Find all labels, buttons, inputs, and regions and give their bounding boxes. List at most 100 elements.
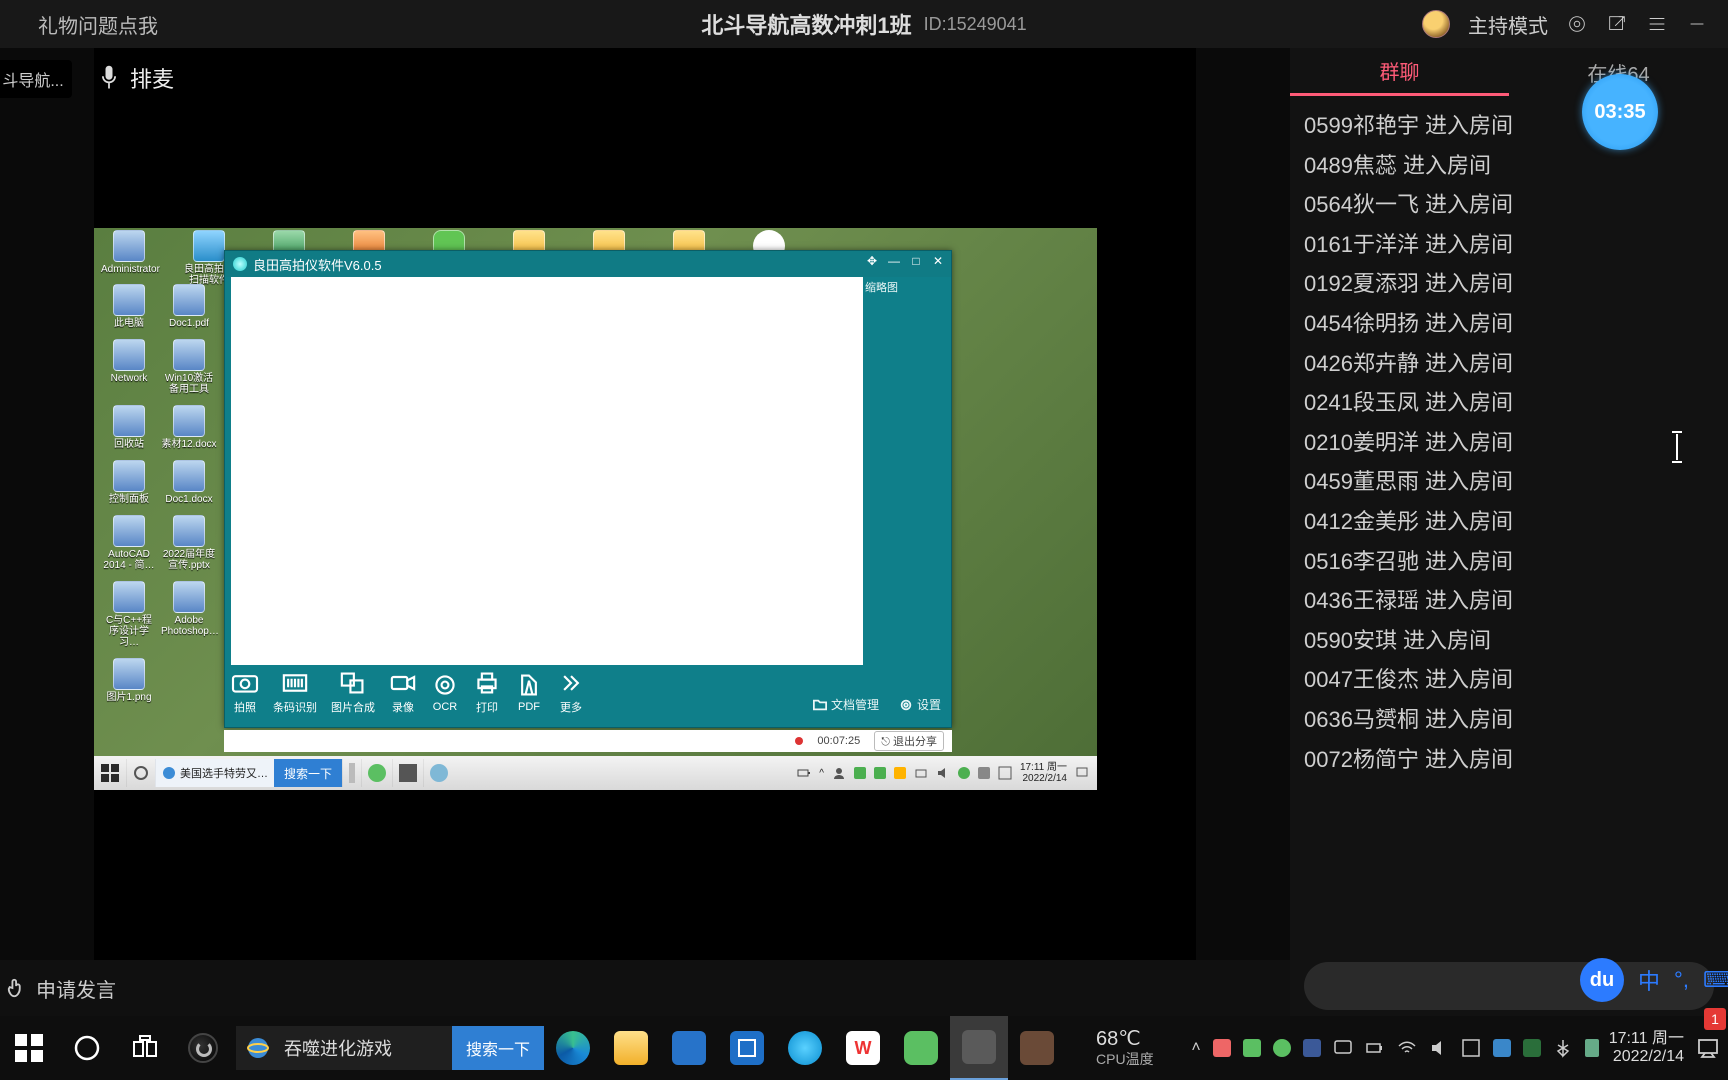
ie-tab[interactable]: 美国选手特劳又… bbox=[155, 759, 274, 787]
tray-icon[interactable] bbox=[1273, 1039, 1291, 1057]
desktop-icon[interactable]: Administrator bbox=[100, 230, 158, 286]
tray-icon[interactable] bbox=[978, 767, 990, 779]
settings-ring-icon[interactable] bbox=[1566, 13, 1588, 35]
desktop-icon[interactable]: 2022届年度宣传.pptx bbox=[160, 515, 218, 571]
room-tab[interactable]: 斗导航... bbox=[0, 60, 72, 98]
volume-icon[interactable] bbox=[1429, 1038, 1449, 1058]
notification-icon[interactable] bbox=[1075, 766, 1089, 780]
app-icon[interactable] bbox=[1008, 1016, 1066, 1080]
task-item[interactable] bbox=[361, 759, 392, 787]
start-button[interactable] bbox=[0, 1016, 58, 1080]
tool-more[interactable]: 更多 bbox=[557, 671, 585, 715]
menu-icon[interactable] bbox=[1646, 13, 1668, 35]
maximize-icon[interactable]: □ bbox=[907, 253, 925, 269]
desktop-icon[interactable]: AutoCAD 2014 - 简… bbox=[100, 515, 158, 571]
notification-count-badge[interactable]: 1 bbox=[1704, 1008, 1726, 1030]
ime-icon[interactable] bbox=[998, 766, 1012, 780]
network-icon[interactable] bbox=[914, 766, 928, 780]
browser-icon[interactable] bbox=[776, 1016, 834, 1080]
tray-icon[interactable] bbox=[854, 767, 866, 779]
chat-list[interactable]: 0599祁艳宇 进入房间0489焦蕊 进入房间0564狄一飞 进入房间0161于… bbox=[1290, 96, 1728, 952]
action-center-icon[interactable] bbox=[1694, 1034, 1722, 1062]
scanner-canvas[interactable] bbox=[231, 277, 863, 665]
tray-icon[interactable] bbox=[894, 767, 906, 779]
wechat-icon[interactable] bbox=[892, 1016, 950, 1080]
exit-share-button[interactable]: ⎋ 退出分享 bbox=[874, 731, 944, 751]
battery-icon[interactable] bbox=[1365, 1038, 1385, 1058]
tray-icon[interactable] bbox=[1303, 1039, 1321, 1057]
desktop-icon[interactable]: Doc1.pdf bbox=[160, 284, 218, 329]
desktop-icon[interactable]: 素材12.docx bbox=[160, 405, 218, 450]
desktop-icon[interactable]: 控制面板 bbox=[100, 460, 158, 505]
close-icon[interactable]: ✕ bbox=[929, 253, 947, 269]
gift-note[interactable]: 礼物问题点我 bbox=[38, 10, 158, 39]
ime-lang-zh[interactable]: 中 bbox=[1638, 964, 1660, 996]
active-window-icon[interactable] bbox=[950, 1016, 1008, 1080]
task-item[interactable] bbox=[342, 759, 361, 787]
ime-floating-bar[interactable]: du 中 °, ⌨ bbox=[1580, 958, 1728, 1002]
taskview-button[interactable] bbox=[116, 1016, 174, 1080]
mail-icon[interactable] bbox=[718, 1016, 776, 1080]
ime-tray-icon[interactable] bbox=[1461, 1038, 1481, 1058]
tray-icon[interactable] bbox=[1523, 1039, 1541, 1057]
baidu-search-button[interactable]: 搜索一下 bbox=[274, 759, 342, 787]
desktop-icon[interactable]: Doc1.docx bbox=[160, 460, 218, 505]
ime-keyboard-icon[interactable]: ⌨ bbox=[1703, 967, 1728, 993]
start-button[interactable] bbox=[94, 756, 126, 790]
desktop-icon[interactable]: 此电脑 bbox=[100, 284, 158, 329]
edge-icon[interactable] bbox=[544, 1016, 602, 1080]
ime-punct-icon[interactable]: °, bbox=[1674, 967, 1689, 993]
explorer-icon[interactable] bbox=[602, 1016, 660, 1080]
tool-record[interactable]: 录像 bbox=[389, 671, 417, 715]
tray-chevron-icon[interactable]: ˄ bbox=[1191, 1039, 1200, 1057]
tray-icon[interactable] bbox=[1243, 1039, 1261, 1057]
person-icon[interactable] bbox=[832, 766, 846, 780]
task-item[interactable] bbox=[423, 759, 454, 787]
tool-capture[interactable]: 拍照 bbox=[231, 671, 259, 715]
settings-button[interactable]: 设置 bbox=[899, 696, 941, 713]
cortana-button[interactable] bbox=[126, 759, 155, 787]
host-mode-label[interactable]: 主持模式 bbox=[1468, 10, 1548, 39]
cpu-temp-widget[interactable]: 68℃ CPU温度 bbox=[1096, 1028, 1154, 1067]
desktop-icon[interactable] bbox=[160, 658, 218, 703]
minimize-icon[interactable] bbox=[1686, 13, 1708, 35]
tray-icon[interactable] bbox=[1213, 1039, 1231, 1057]
pin-icon[interactable]: ✥ bbox=[863, 253, 881, 269]
touchpad-icon[interactable] bbox=[1333, 1038, 1353, 1058]
desktop-icon[interactable]: Win10激活备用工具 bbox=[160, 339, 218, 395]
mic-queue-button[interactable]: 排麦 bbox=[98, 62, 174, 94]
obs-taskbar-icon[interactable] bbox=[174, 1016, 232, 1080]
elapsed-timer[interactable]: 03:35 bbox=[1582, 74, 1658, 150]
store-icon[interactable] bbox=[660, 1016, 718, 1080]
request-speak-button[interactable]: 申请发言 bbox=[36, 974, 116, 1003]
tool-ocr[interactable]: OCR bbox=[431, 673, 459, 713]
inner-clock[interactable]: 17:11 周一 2022/2/14 bbox=[1020, 762, 1067, 784]
tool-pdf[interactable]: PDF bbox=[515, 673, 543, 713]
minimize-icon[interactable]: — bbox=[885, 253, 903, 269]
task-item[interactable] bbox=[392, 759, 423, 787]
scanner-titlebar[interactable]: 良田高拍仪软件V6.0.5 ✥ — □ ✕ bbox=[225, 251, 951, 277]
desktop-icon[interactable]: Network bbox=[100, 339, 158, 395]
tool-print[interactable]: 打印 bbox=[473, 671, 501, 715]
desktop-icon[interactable]: 图片1.png bbox=[100, 658, 158, 703]
volume-icon[interactable] bbox=[936, 766, 950, 780]
desktop-icon[interactable]: 回收站 bbox=[100, 405, 158, 450]
host-clock[interactable]: 17:11 周一 2022/2/14 bbox=[1609, 1030, 1684, 1067]
desktop-icon[interactable]: Adobe Photoshop… bbox=[160, 581, 218, 648]
tab-group-chat[interactable]: 群聊 bbox=[1290, 48, 1509, 96]
host-search-go[interactable]: 搜索一下 bbox=[452, 1026, 544, 1070]
tray-icon[interactable] bbox=[1493, 1039, 1511, 1057]
battery-icon[interactable] bbox=[797, 766, 811, 780]
tray-icon[interactable] bbox=[958, 767, 970, 779]
tool-barcode[interactable]: 条码识别 bbox=[273, 671, 317, 715]
wifi-icon[interactable] bbox=[1397, 1038, 1417, 1058]
baidu-ime-icon[interactable]: du bbox=[1580, 958, 1624, 1002]
wps-icon[interactable]: W bbox=[834, 1016, 892, 1080]
tray-usb-icon[interactable] bbox=[1585, 1039, 1599, 1057]
tool-merge[interactable]: 图片合成 bbox=[331, 671, 375, 715]
tray-icon[interactable] bbox=[874, 767, 886, 779]
cortana-button[interactable] bbox=[58, 1016, 116, 1080]
popout-icon[interactable] bbox=[1606, 13, 1628, 35]
host-avatar[interactable] bbox=[1422, 10, 1450, 38]
desktop-icon[interactable]: C与C++程序设计学习… bbox=[100, 581, 158, 648]
